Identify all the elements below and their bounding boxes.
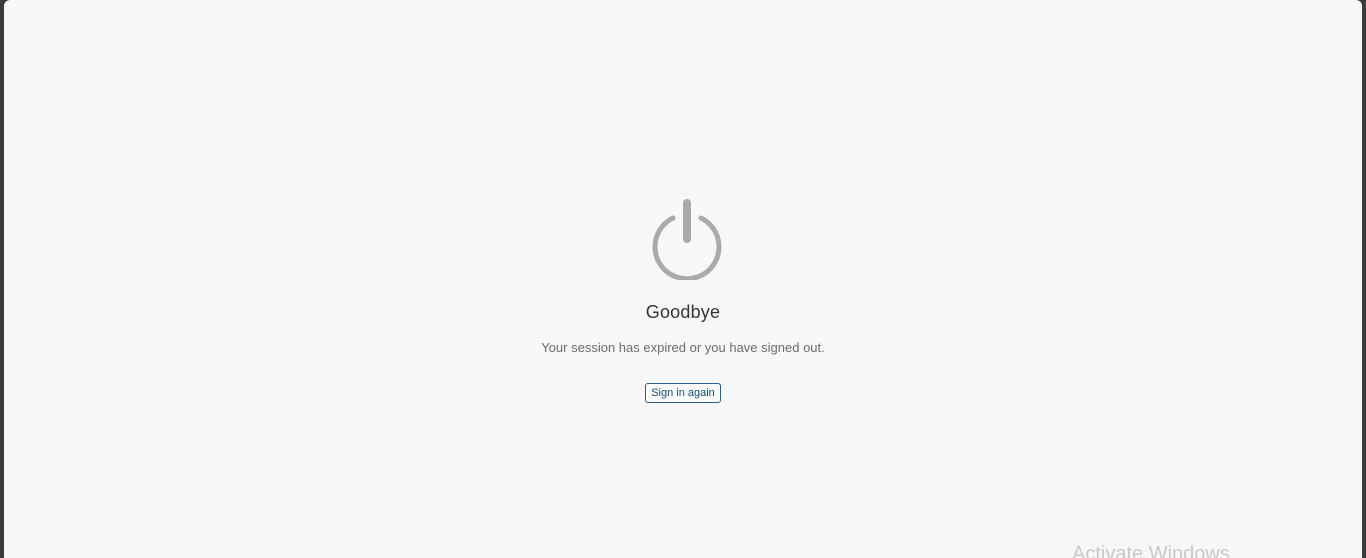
activate-windows-watermark: Activate Windows — [1072, 543, 1230, 558]
power-icon — [649, 198, 725, 282]
logout-screen: Goodbye Your session has expired or you … — [4, 0, 1362, 558]
goodbye-title: Goodbye — [645, 302, 721, 322]
session-message: Your session has expired or you have sig… — [541, 340, 825, 355]
sign-in-again-button[interactable]: Sign in again — [645, 383, 721, 403]
